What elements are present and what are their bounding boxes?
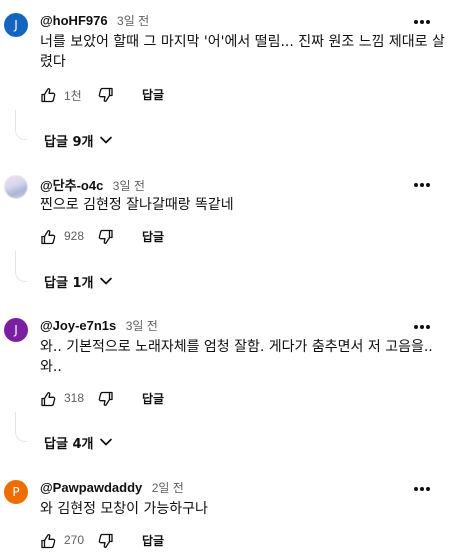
- comment-actions: 1천 답글: [40, 85, 240, 105]
- chevron-down-icon: [100, 438, 113, 446]
- more-actions-icon[interactable]: [412, 14, 432, 30]
- view-replies-button[interactable]: 답글 9개: [44, 130, 113, 150]
- thumb-down-icon: [98, 229, 113, 244]
- like-count: 318: [64, 391, 85, 405]
- avatar[interactable]: J: [4, 318, 28, 342]
- author-name[interactable]: @Joy-e7n1s: [40, 318, 116, 333]
- avatar[interactable]: [4, 175, 28, 199]
- comment-time[interactable]: 3일 전: [117, 14, 149, 28]
- view-replies-button[interactable]: 답글 4개: [44, 432, 113, 452]
- comment-header: @hoHF976 3일 전: [40, 12, 149, 30]
- reply-button[interactable]: 답글: [142, 86, 164, 103]
- comment-actions: 928 답글: [40, 227, 240, 247]
- avatar[interactable]: J: [4, 13, 28, 37]
- thumb-up-icon: [41, 534, 56, 549]
- thumb-down-icon: [98, 391, 113, 406]
- thread-line: [15, 250, 27, 282]
- comment-header: @Pawpawdaddy 2일 전: [40, 479, 184, 497]
- comment-text: 찐으로 김현정 잘나갈때랑 똑같네: [40, 197, 234, 213]
- thumb-down-icon: [98, 533, 113, 548]
- thumb-up-icon: [41, 230, 56, 245]
- comment-header: @Joy-e7n1s 3일 전: [40, 317, 158, 335]
- like-button[interactable]: [40, 389, 56, 409]
- comment-actions: 318 답글: [40, 389, 240, 409]
- thread-line: [15, 412, 27, 442]
- like-button[interactable]: [40, 227, 56, 247]
- author-name[interactable]: @hoHF976: [40, 13, 108, 28]
- dislike-button[interactable]: [98, 531, 114, 551]
- dislike-button[interactable]: [98, 85, 114, 105]
- thumb-up-icon: [41, 392, 56, 407]
- more-actions-icon[interactable]: [412, 319, 432, 335]
- like-button[interactable]: [40, 85, 56, 105]
- comment-text: 너를 보았어 할때 그 마지막 '어'에서 떨림... 진짜 원조 느낌 제대로…: [40, 34, 445, 70]
- replies-count-label: 답글 1개: [44, 275, 94, 291]
- chevron-down-icon: [100, 277, 113, 285]
- comment-time[interactable]: 2일 전: [152, 481, 184, 495]
- replies-count-label: 답글 9개: [44, 134, 94, 150]
- like-count: 928: [64, 229, 85, 243]
- more-actions-icon[interactable]: [412, 481, 432, 497]
- comment-text: 와.. 기본적으로 노래자체를 엄청 잘함. 게다가 춤추면서 저 고음을.. …: [40, 339, 433, 375]
- thread-line: [15, 110, 27, 140]
- like-count: 1천: [64, 89, 82, 103]
- avatar[interactable]: P: [4, 480, 28, 504]
- comment-header: @단추-o4c 3일 전: [40, 175, 145, 193]
- like-count: 270: [64, 533, 85, 547]
- thumb-up-icon: [41, 88, 56, 103]
- reply-button[interactable]: 답글: [142, 228, 164, 245]
- comment-actions: 270 답글: [40, 531, 240, 551]
- author-name[interactable]: @단추-o4c: [40, 178, 103, 193]
- dislike-button[interactable]: [98, 389, 114, 409]
- view-replies-button[interactable]: 답글 1개: [44, 271, 113, 291]
- dislike-button[interactable]: [98, 227, 114, 247]
- more-actions-icon[interactable]: [412, 177, 432, 193]
- replies-count-label: 답글 4개: [44, 436, 94, 452]
- like-button[interactable]: [40, 531, 56, 551]
- chevron-down-icon: [100, 136, 113, 144]
- reply-button[interactable]: 답글: [142, 532, 164, 549]
- comment-time[interactable]: 3일 전: [126, 319, 158, 333]
- comment-time[interactable]: 3일 전: [113, 179, 145, 193]
- author-name[interactable]: @Pawpawdaddy: [40, 480, 142, 495]
- comment-text: 와 김현정 모창이 가능하구나: [40, 501, 208, 517]
- thumb-down-icon: [98, 87, 113, 102]
- reply-button[interactable]: 답글: [142, 390, 164, 407]
